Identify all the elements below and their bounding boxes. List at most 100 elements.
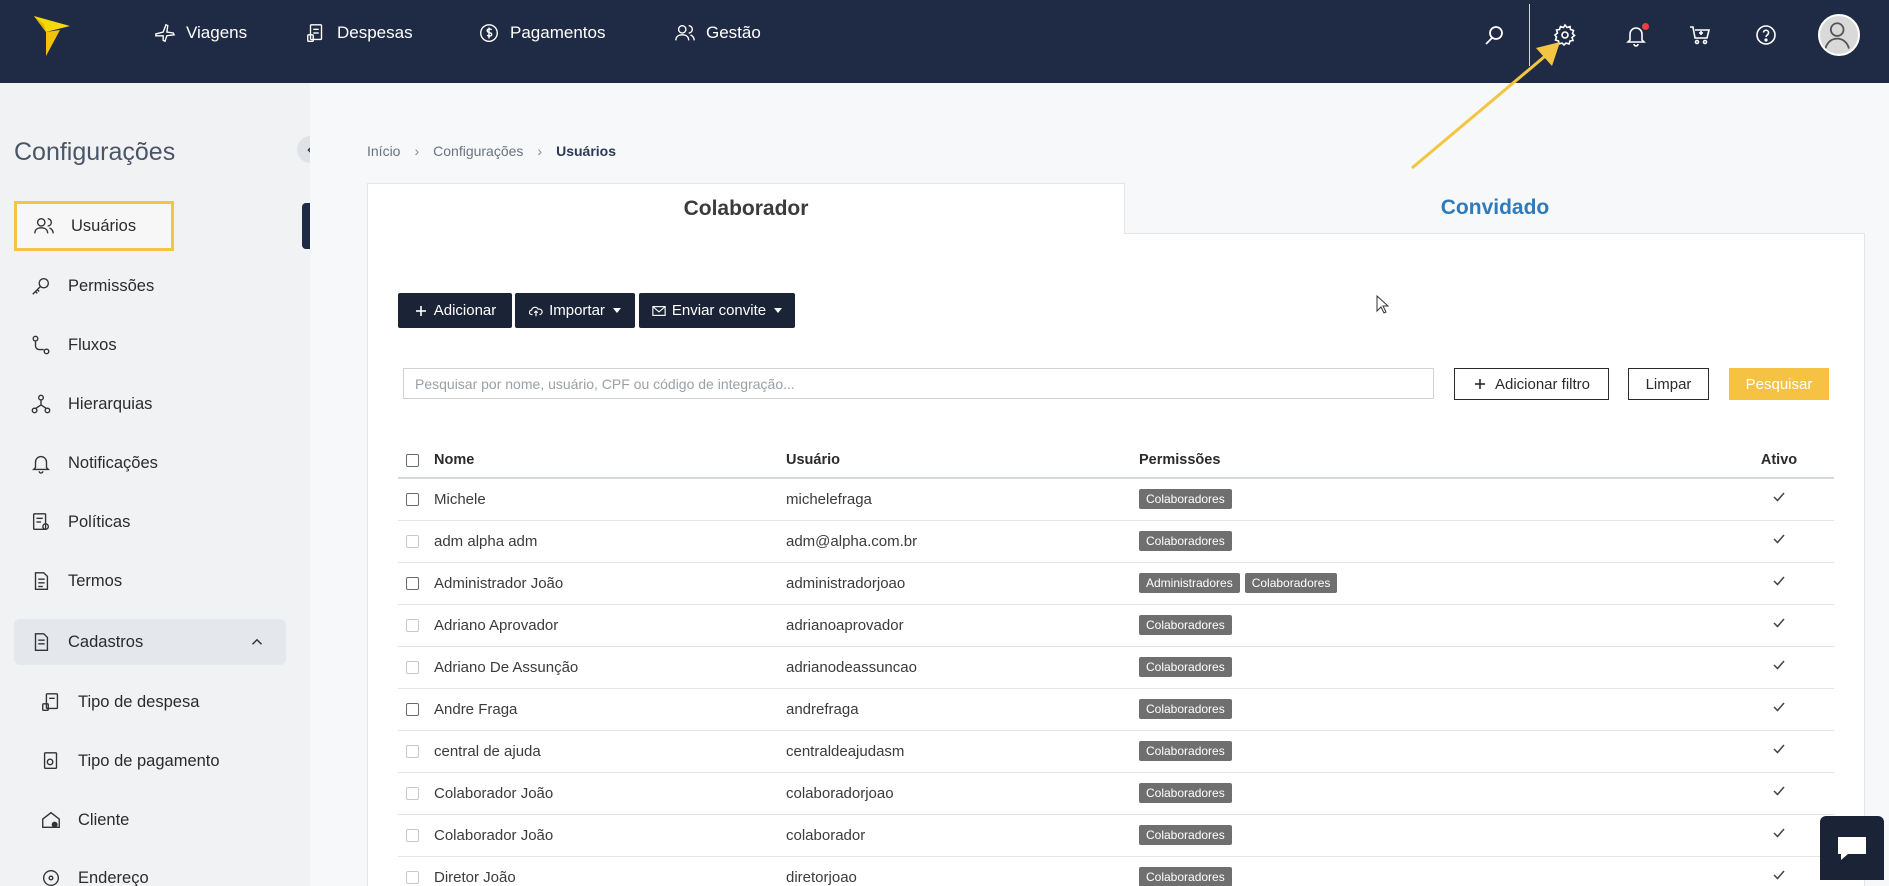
permission-badge: Colaboradores [1139,699,1232,719]
check-icon [1773,618,1785,628]
notification-dot [1642,23,1649,30]
cell-permissions: Colaboradores [1139,772,1724,815]
nav-pagamentos[interactable]: Pagamentos [478,20,605,46]
row-checkbox[interactable] [406,787,419,801]
nav-label: Viagens [186,23,248,42]
row-checkbox[interactable] [406,661,419,675]
cart-button[interactable] [1685,20,1715,50]
cell-active [1724,562,1834,605]
sidebar-item-hierarquias[interactable]: Hierarquias [14,381,286,427]
row-checkbox[interactable] [406,577,419,591]
add-button[interactable]: Adicionar [398,293,512,328]
nav-label: Despesas [337,23,413,42]
search-input[interactable]: Pesquisar por nome, usuário, CPF ou códi… [403,368,1434,399]
sidebar-item-label: Fluxos [68,335,117,354]
avatar[interactable] [1818,14,1860,56]
select-all-checkbox[interactable] [406,453,419,467]
cell-name: Andre Fraga [434,688,786,731]
table-row[interactable]: Diretor João diretorjoao Colaboradores [398,856,1834,886]
table-row[interactable]: Administrador João administradorjoao Adm… [398,562,1834,605]
flow-icon [32,335,50,355]
brand-logo[interactable] [32,12,72,58]
sidebar-item-label: Permissões [68,276,155,295]
row-checkbox[interactable] [406,535,419,549]
cell-active [1724,814,1834,857]
table-row[interactable]: Adriano De Assunção adrianodeassuncao Co… [398,646,1834,689]
check-icon [1773,702,1785,712]
cell-user: adrianoaprovador [786,604,1139,647]
cell-active [1724,856,1834,886]
table-row[interactable]: Michele michelefraga Colaboradores [398,478,1834,521]
sidebar-item-cadastros[interactable]: Cadastros [14,619,286,665]
permission-badge: Colaboradores [1244,573,1338,593]
permission-badge: Colaboradores [1139,489,1232,510]
sidebar-subitem-cliente[interactable]: Cliente [40,800,129,840]
sidebar-item-politicas[interactable]: Políticas [14,499,286,545]
sidebar-item-usuarios[interactable]: Usuários [14,201,174,251]
chevron-up-icon [251,638,263,645]
tab-convidado[interactable]: Convidado [1125,183,1865,234]
sidebar-item-permissoes[interactable]: Permissões [14,263,286,309]
column-header-permissions[interactable]: Permissões [1139,443,1724,479]
table-row[interactable]: Colaborador João colaborador Colaborador… [398,814,1834,857]
sidebar-item-label: Políticas [68,512,131,531]
sidebar-subitem-endereco[interactable]: Endereço [40,858,149,886]
column-header-user[interactable]: Usuário [786,443,1139,479]
nav-label: Pagamentos [510,23,606,42]
tab-colaborador[interactable]: Colaborador [367,183,1125,234]
row-checkbox[interactable] [406,703,419,717]
cell-active [1724,688,1834,731]
table-row[interactable]: adm alpha adm adm@alpha.com.br Colaborad… [398,520,1834,563]
row-checkbox[interactable] [406,829,419,843]
cell-name: Diretor João [434,856,786,886]
cell-name: Colaborador João [434,772,786,815]
nav-viagens[interactable]: Viagens [154,20,247,46]
table-row[interactable]: Andre Fraga andrefraga Colaboradores [398,688,1834,731]
chat-button[interactable] [1820,816,1884,880]
breadcrumb-section[interactable]: Configurações [433,143,523,159]
users-icon [675,24,695,41]
cell-name: Administrador João [434,562,786,605]
nav-gestao[interactable]: Gestão [674,20,761,46]
row-checkbox[interactable] [406,745,419,759]
sidebar-subitem-label: Cliente [78,810,130,829]
send-invite-button[interactable]: Enviar convite [639,293,795,328]
row-checkbox[interactable] [406,871,419,885]
sidebar-subitem-tipo-despesa[interactable]: Tipo de despesa [40,682,199,722]
import-button[interactable]: Importar [515,293,635,328]
sidebar-item-label: Hierarquias [68,394,153,413]
row-checkbox[interactable] [406,493,419,507]
permission-badge: Administradores [1139,573,1240,593]
cell-user: andrefraga [786,688,1139,731]
cell-name: adm alpha adm [434,520,786,563]
cell-active [1724,520,1834,563]
sidebar-item-label: Usuários [71,216,137,235]
sidebar-item-fluxos[interactable]: Fluxos [14,322,286,368]
sidebar-item-notificacoes[interactable]: Notificações [14,440,286,486]
table-row[interactable]: Colaborador João colaboradorjoao Colabor… [398,772,1834,815]
nav-despesas[interactable]: Despesas [305,20,413,46]
table-row[interactable]: Adriano Aprovador adrianoaprovador Colab… [398,604,1834,647]
users-table: Nome Usuário Permissões Ativo Michele mi… [398,443,1834,886]
row-checkbox[interactable] [406,619,419,633]
column-header-active[interactable]: Ativo [1724,443,1834,479]
check-icon [1773,828,1785,838]
sidebar-subitem-tipo-pagamento[interactable]: Tipo de pagamento [40,741,220,781]
permission-badge: Colaboradores [1139,531,1232,551]
sidebar-item-termos[interactable]: Termos [14,558,286,604]
caret-down-icon [774,308,783,313]
mouse-cursor-icon [1376,295,1390,314]
cell-user: adrianodeassuncao [786,646,1139,689]
cell-user: colaborador [786,814,1139,857]
chevron-right-icon: › [537,143,543,159]
clear-button[interactable]: Limpar [1628,368,1709,400]
register-icon [34,633,49,651]
active-indicator [302,203,310,249]
add-filter-button[interactable]: Adicionar filtro [1454,368,1609,400]
column-header-name[interactable]: Nome [434,443,786,479]
breadcrumb-home[interactable]: Início [367,143,400,159]
table-row[interactable]: central de ajuda centraldeajudasm Colabo… [398,730,1834,773]
sidebar-title: Configurações [14,138,176,166]
help-button[interactable] [1751,20,1781,50]
search-button-submit[interactable]: Pesquisar [1729,368,1829,400]
